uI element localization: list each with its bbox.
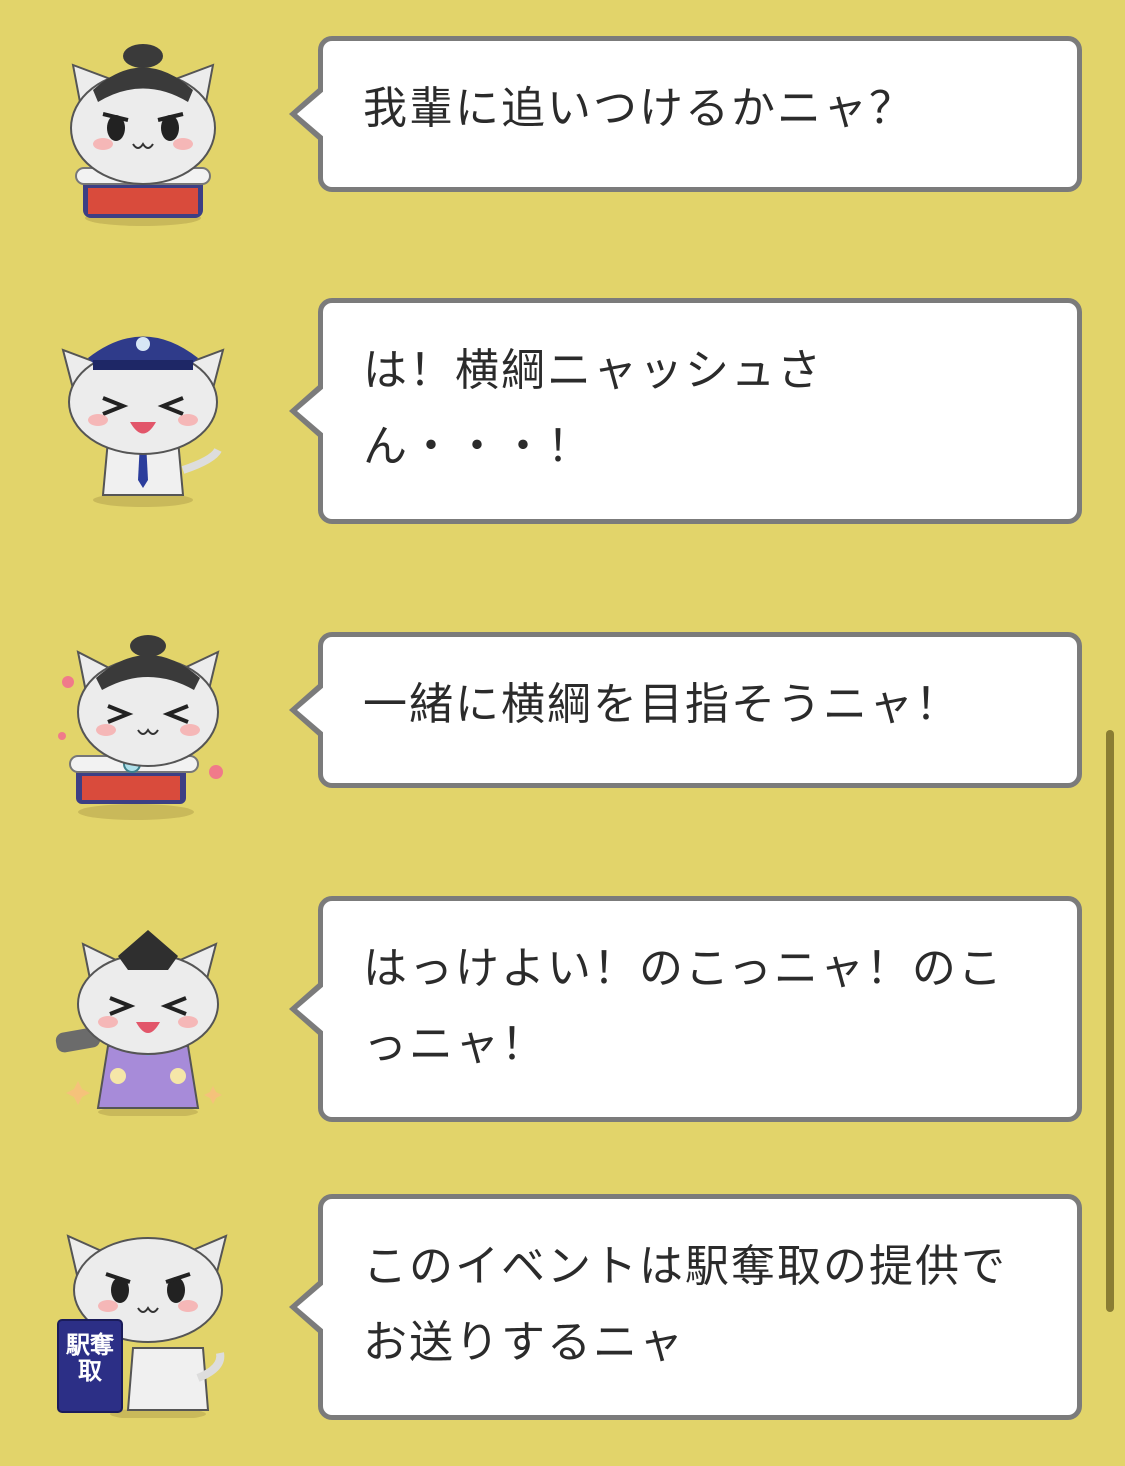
chat-message-5: 駅奪取 このイベントは駅奪取の提供でお送りするニャ xyxy=(0,1194,1125,1422)
chat-message-2: は！横綱ニャッシュさん・・・！ xyxy=(0,298,1125,526)
chat-message-1: 我輩に追いつけるかニャ？ xyxy=(0,36,1125,230)
message-text: は！横綱ニャッシュさん・・・！ xyxy=(363,345,823,472)
speech-bubble: 一緒に横綱を目指そうニャ！ xyxy=(289,632,1082,788)
chat-message-4: はっけよい！のこっニャ！のこっニャ！ xyxy=(0,896,1125,1124)
message-text: はっけよい！のこっニャ！のこっニャ！ xyxy=(363,943,1004,1070)
conductor-cat-avatar xyxy=(48,320,238,510)
message-text: 一緒に横綱を目指そうニャ！ xyxy=(363,679,961,730)
happy-sumo-cat-avatar xyxy=(48,632,238,822)
banner-cat-avatar: 駅奪取 xyxy=(48,1228,238,1418)
banner-label: 駅奪取 xyxy=(66,1331,114,1385)
speech-bubble: はっけよい！のこっニャ！のこっニャ！ xyxy=(289,896,1082,1122)
speech-bubble: は！横綱ニャッシュさん・・・！ xyxy=(289,298,1082,524)
message-text: 我輩に追いつけるかニャ？ xyxy=(363,83,915,134)
chat-message-3: 一緒に横綱を目指そうニャ！ xyxy=(0,632,1125,826)
vertical-scrollbar[interactable] xyxy=(1106,730,1114,1312)
speech-bubble: このイベントは駅奪取の提供でお送りするニャ xyxy=(289,1194,1082,1420)
message-text: このイベントは駅奪取の提供でお送りするニャ xyxy=(363,1241,1007,1368)
speech-bubble: 我輩に追いつけるかニャ？ xyxy=(289,36,1082,192)
sumo-cat-avatar xyxy=(48,40,238,230)
referee-cat-avatar xyxy=(48,926,238,1116)
